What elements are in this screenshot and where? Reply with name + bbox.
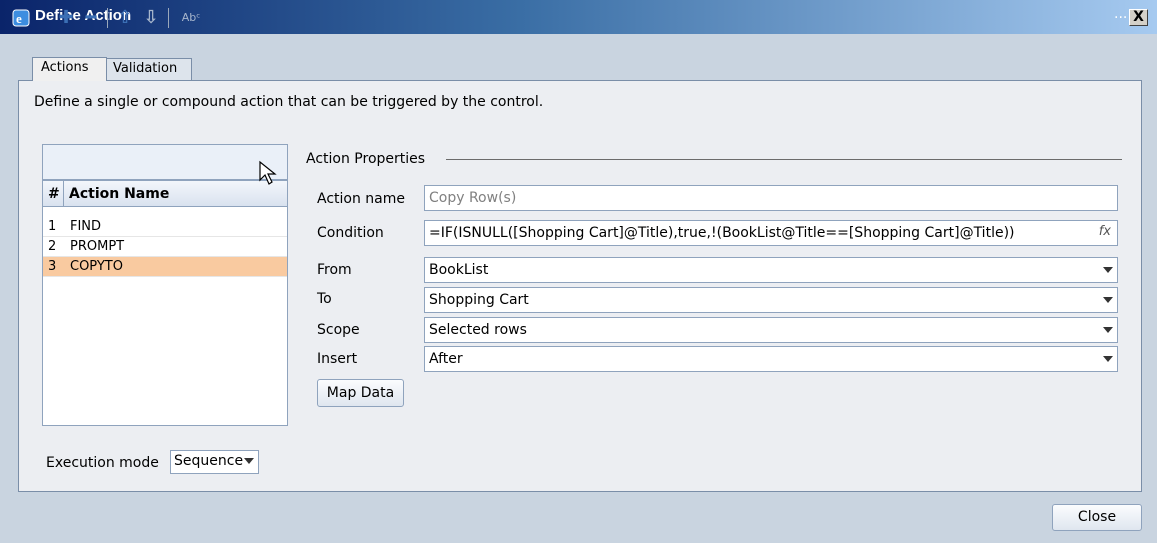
- to-label: To: [317, 291, 332, 307]
- row-name: PROMPT: [70, 239, 125, 254]
- remove-action-icon[interactable]: ━: [80, 7, 102, 29]
- column-name-header: Action Name: [69, 186, 170, 202]
- insert-select[interactable]: After: [424, 346, 1118, 372]
- from-label: From: [317, 262, 352, 278]
- row-index: 1: [48, 219, 57, 234]
- condition-value: =IF(ISNULL([Shopping Cart]@Title),true,!…: [429, 225, 1015, 241]
- condition-label: Condition: [317, 225, 384, 241]
- execution-mode-select[interactable]: Sequence: [170, 450, 259, 474]
- condition-field[interactable]: =IF(ISNULL([Shopping Cart]@Title),true,!…: [424, 220, 1118, 246]
- tab-actions[interactable]: Actions: [32, 57, 107, 81]
- from-value: BookList: [429, 262, 489, 278]
- description-text: Define a single or compound action that …: [34, 94, 544, 110]
- to-select[interactable]: Shopping Cart: [424, 287, 1118, 313]
- column-divider: [63, 181, 64, 207]
- list-item[interactable]: 2 PROMPT: [43, 237, 287, 257]
- tab-validation[interactable]: Validation: [104, 58, 192, 80]
- row-name: COPYTO: [70, 259, 123, 274]
- add-action-icon[interactable]: ✚: [55, 7, 77, 29]
- chevron-down-icon: [1103, 327, 1113, 333]
- row-index: 2: [48, 239, 57, 254]
- chevron-down-icon: [244, 458, 254, 464]
- section-divider: [446, 159, 1122, 160]
- close-button[interactable]: Close: [1052, 504, 1142, 531]
- action-list-header: # Action Name: [43, 181, 287, 207]
- svg-text:e: e: [16, 11, 22, 26]
- action-toolbar: [42, 144, 288, 180]
- row-index: 3: [48, 259, 57, 274]
- title-dots: ...: [1114, 6, 1128, 22]
- row-name: FIND: [70, 219, 102, 234]
- move-down-icon[interactable]: ⇩: [140, 7, 162, 29]
- title-bar: [0, 0, 1157, 34]
- insert-value: After: [429, 351, 463, 367]
- scope-select[interactable]: Selected rows: [424, 317, 1118, 343]
- mouse-cursor-icon: [259, 160, 277, 185]
- action-properties-title: Action Properties: [306, 151, 426, 167]
- chevron-down-icon: [1103, 267, 1113, 273]
- action-name-label: Action name: [317, 191, 405, 207]
- scope-label: Scope: [317, 322, 360, 338]
- insert-label: Insert: [317, 351, 358, 367]
- window-close-button[interactable]: X: [1129, 9, 1148, 26]
- chevron-down-icon: [1103, 356, 1113, 362]
- rename-icon[interactable]: Abᶜ: [175, 7, 207, 29]
- list-item-selected[interactable]: 3 COPYTO: [43, 257, 287, 277]
- scope-value: Selected rows: [429, 322, 527, 338]
- execution-mode-label: Execution mode: [46, 455, 159, 471]
- fx-icon[interactable]: fx: [1099, 224, 1111, 239]
- to-value: Shopping Cart: [429, 292, 529, 308]
- execution-mode-value: Sequence: [174, 453, 244, 469]
- map-data-button[interactable]: Map Data: [317, 379, 404, 407]
- toolbar-separator: [107, 8, 108, 28]
- app-icon: e: [12, 9, 30, 27]
- column-index-header: #: [48, 186, 60, 202]
- from-select[interactable]: BookList: [424, 257, 1118, 283]
- move-up-icon[interactable]: ⇧: [114, 7, 136, 29]
- action-name-field[interactable]: Copy Row(s): [424, 185, 1118, 211]
- toolbar-separator: [168, 8, 169, 28]
- chevron-down-icon: [1103, 297, 1113, 303]
- list-item[interactable]: 1 FIND: [43, 217, 287, 237]
